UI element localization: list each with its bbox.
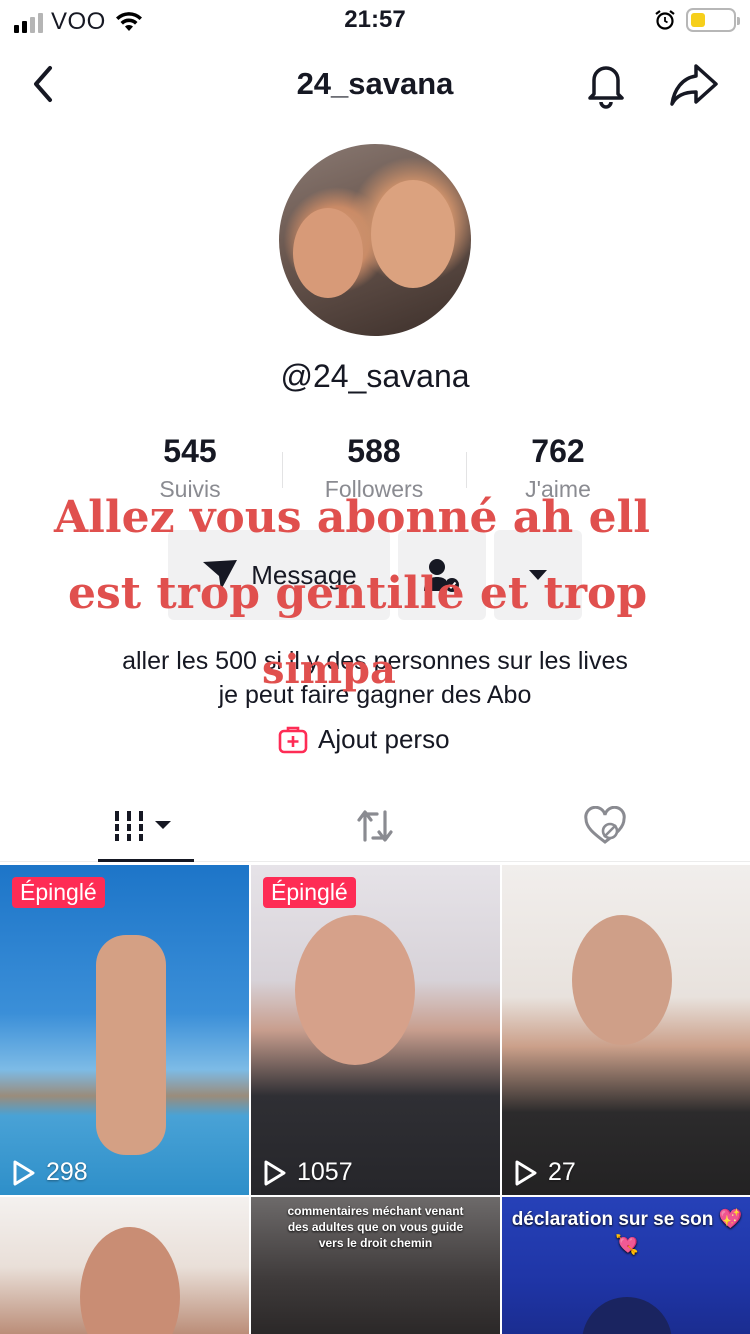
video-subject: [572, 915, 672, 1045]
caret-down-icon: [529, 570, 547, 580]
video-tile[interactable]: commentaires méchant venant des adultes …: [251, 1197, 500, 1334]
video-caption: déclaration sur se son 💖💘: [511, 1209, 743, 1256]
profile-bio: aller les 500 si il y des personnes sur …: [0, 644, 750, 712]
view-count-value: 298: [46, 1158, 88, 1186]
view-count-value: 1057: [297, 1158, 353, 1186]
user-check-icon: [424, 559, 459, 592]
stat-following[interactable]: 545 Suivis: [98, 430, 282, 510]
play-icon: [515, 1160, 537, 1185]
battery-icon: [686, 8, 740, 32]
video-tile[interactable]: Épinglé 1057: [251, 865, 500, 1195]
stat-value: 545: [163, 433, 217, 469]
hidden-likes-icon: [584, 806, 626, 844]
send-icon: [203, 560, 238, 590]
status-right: [654, 8, 740, 32]
tab-liked[interactable]: [480, 790, 730, 862]
following-status-button[interactable]: [398, 530, 486, 620]
video-tile[interactable]: 27: [502, 865, 750, 1195]
view-count: 1057: [263, 1158, 353, 1187]
bio-line: aller les 500 si il y des personnes sur …: [122, 647, 628, 675]
video-tile[interactable]: Épinglé 298: [0, 865, 249, 1195]
more-options-button[interactable]: [494, 530, 582, 620]
alarm-icon: [655, 10, 675, 30]
tab-videos[interactable]: [20, 790, 270, 862]
active-tab-indicator: [98, 859, 194, 862]
video-subject: [96, 935, 166, 1155]
grid-videos-icon: [115, 811, 171, 841]
video-tile[interactable]: déclaration sur se son 💖💘: [502, 1197, 750, 1334]
video-grid: Épinglé 298 Épinglé 1057 27 commentaires…: [0, 865, 750, 1334]
avatar-face-left: [293, 208, 363, 298]
video-caption: commentaires méchant venant des adultes …: [287, 1204, 464, 1250]
repost-icon: [357, 810, 393, 842]
view-count: 298: [12, 1158, 88, 1187]
stat-likes[interactable]: 762 J'aime: [466, 430, 650, 510]
content-tabs: [0, 790, 750, 862]
notifications-button[interactable]: [582, 58, 630, 110]
profile-stats: 545 Suivis 588 Followers 762 J'aime: [98, 430, 650, 510]
stat-label: Suivis: [159, 476, 221, 502]
stat-label: J'aime: [525, 476, 591, 502]
bio-line: je peut faire gagner des Abo: [218, 681, 532, 709]
add-perso-link[interactable]: Ajout perso: [278, 724, 450, 755]
play-icon: [264, 1160, 286, 1185]
view-count: 27: [514, 1158, 576, 1187]
page-title: 24_savana: [296, 66, 454, 101]
stat-followers[interactable]: 588 Followers: [282, 430, 466, 510]
status-bar: VOO 21:57: [0, 0, 750, 40]
video-subject: [582, 1297, 672, 1334]
avatar-face-right: [371, 180, 455, 288]
status-time: 21:57: [344, 6, 406, 33]
video-subject: [80, 1227, 180, 1334]
stat-value: 762: [531, 433, 585, 469]
play-icon: [13, 1160, 35, 1185]
stat-value: 588: [347, 433, 401, 469]
bell-icon: [588, 66, 624, 109]
stat-label: Followers: [324, 476, 424, 502]
view-count-value: 27: [548, 1158, 576, 1186]
avatar[interactable]: [279, 144, 471, 336]
share-arrow-icon: [670, 64, 718, 106]
pinned-badge: Épinglé: [263, 877, 356, 908]
profile-username: @24_savana: [280, 358, 470, 394]
tab-reposts[interactable]: [250, 790, 500, 862]
message-button[interactable]: Message: [168, 530, 390, 620]
video-subject: [295, 915, 415, 1065]
profile-header: 24_savana: [0, 50, 750, 120]
video-tile[interactable]: [0, 1197, 249, 1334]
pinned-badge: Épinglé: [12, 877, 105, 908]
message-button-label: Message: [251, 559, 357, 590]
share-button[interactable]: [666, 58, 722, 110]
add-plus-icon: [278, 726, 308, 753]
add-perso-label: Ajout perso: [318, 724, 450, 754]
